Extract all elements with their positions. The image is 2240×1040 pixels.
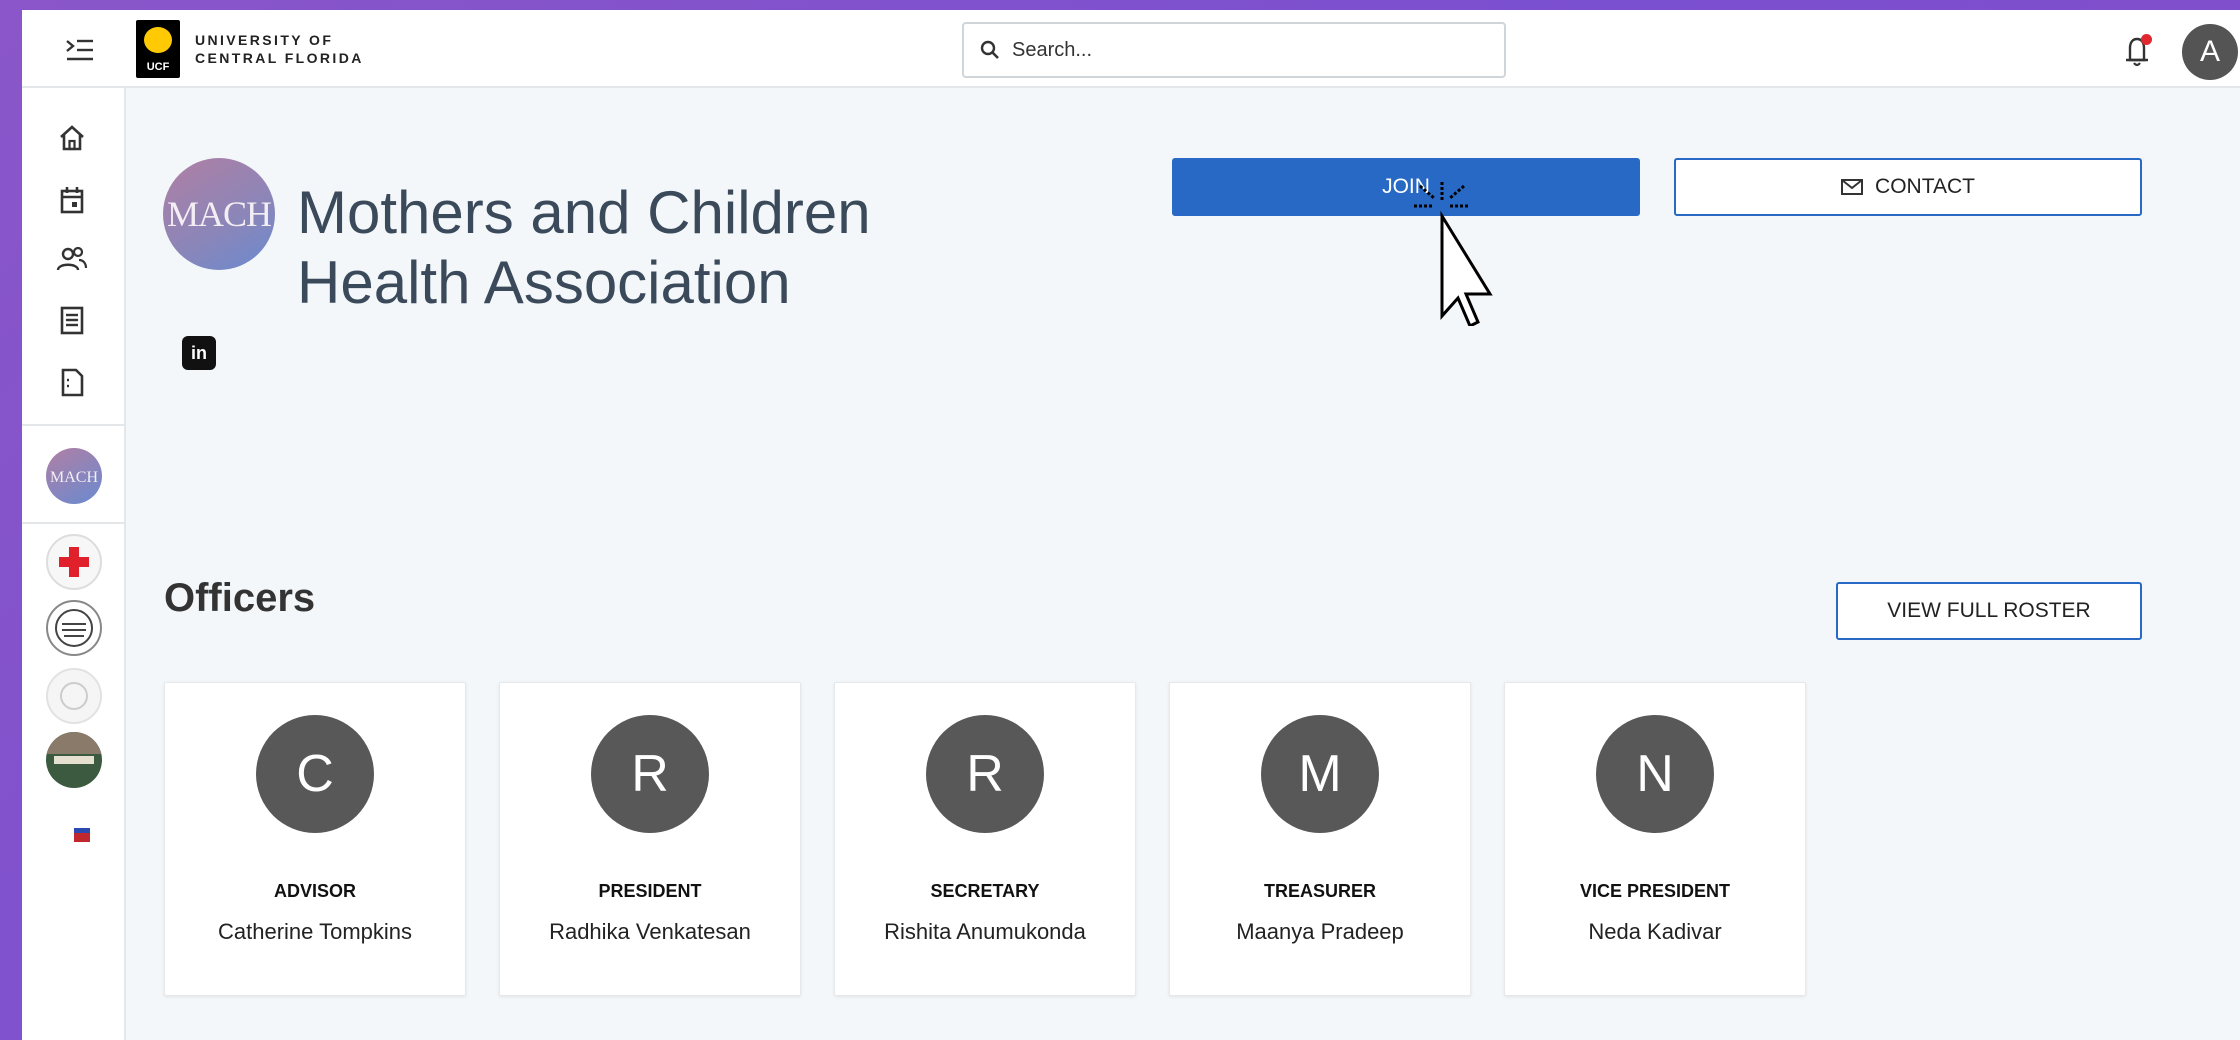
- svg-text:MACH: MACH: [50, 469, 98, 486]
- officer-role: PRESIDENT: [598, 881, 702, 901]
- officer-role: ADVISOR: [273, 881, 356, 901]
- officer-name: Neda Kadivar: [1588, 919, 1722, 944]
- app-window: UCF UNIVERSITY OF CENTRAL FLORIDA A: [22, 10, 2240, 1040]
- officer-name: Radhika Venkatesan: [549, 919, 751, 944]
- officer-name: Catherine Tompkins: [217, 919, 413, 944]
- officer-avatar: N: [1596, 715, 1714, 833]
- officer-avatar: C: [256, 715, 374, 833]
- officer-card[interactable]: M TREASURER Maanya Pradeep: [1169, 682, 1471, 996]
- officer-avatar: R: [591, 715, 709, 833]
- user-avatar[interactable]: A: [2182, 24, 2238, 80]
- officer-role: SECRETARY: [930, 881, 1040, 901]
- contact-button[interactable]: CONTACT: [1674, 158, 2142, 216]
- officer-card[interactable]: C ADVISOR Catherine Tompkins: [164, 682, 466, 996]
- officer-name: Maanya Pradeep: [1236, 919, 1404, 944]
- forms-icon[interactable]: [52, 362, 92, 402]
- officer-card[interactable]: R PRESIDENT Radhika Venkatesan: [499, 682, 801, 996]
- sidebar-divider: [22, 522, 124, 524]
- org-mach-icon[interactable]: MACH: [46, 448, 102, 504]
- red-cross-icon[interactable]: [46, 534, 102, 590]
- view-full-roster-button[interactable]: VIEW FULL ROSTER: [1836, 582, 2142, 640]
- sidebar: MACH: [22, 88, 126, 1040]
- linkedin-icon[interactable]: in: [182, 336, 216, 370]
- people-icon[interactable]: [52, 240, 92, 280]
- officer-name: Rishita Anumukonda: [884, 919, 1086, 944]
- officer-role: VICE PRESIDENT: [1579, 881, 1731, 901]
- officer-role: TREASURER: [1263, 881, 1376, 901]
- join-button[interactable]: JOIN: [1172, 158, 1640, 216]
- search-box[interactable]: [962, 22, 1506, 78]
- notification-dot: [2141, 34, 2152, 45]
- org-crescent-icon[interactable]: [46, 798, 102, 854]
- officer-avatar: M: [1261, 715, 1379, 833]
- top-bar: UCF UNIVERSITY OF CENTRAL FLORIDA A: [22, 10, 2240, 88]
- university-logo[interactable]: UCF UNIVERSITY OF CENTRAL FLORIDA: [136, 20, 364, 78]
- ucf-pegasus-icon: UCF: [136, 20, 180, 78]
- envelope-icon: [1841, 179, 1864, 195]
- menu-toggle-icon[interactable]: [58, 32, 102, 68]
- notification-bell-icon[interactable]: [2120, 32, 2154, 70]
- org-logo: MACH: [163, 158, 275, 270]
- document-list-icon[interactable]: [52, 300, 92, 340]
- page-title: Mothers and Children Health Association: [297, 179, 871, 316]
- mouse-pointer-icon: [1414, 182, 1493, 326]
- officer-card[interactable]: N VICE PRESIDENT Neda Kadivar: [1504, 682, 1806, 996]
- contact-label: CONTACT: [1875, 175, 1975, 198]
- search-input[interactable]: [1012, 38, 1472, 62]
- officer-avatar: R: [926, 715, 1044, 833]
- officers-heading: Officers: [164, 576, 316, 620]
- home-icon[interactable]: [52, 118, 92, 158]
- sidebar-divider: [22, 424, 124, 426]
- university-name: UNIVERSITY OF CENTRAL FLORIDA: [195, 32, 364, 66]
- org-badge-icon[interactable]: [46, 732, 102, 788]
- officer-card[interactable]: R SECRETARY Rishita Anumukonda: [834, 682, 1136, 996]
- calendar-icon[interactable]: [52, 180, 92, 220]
- org-emblem-icon[interactable]: [46, 600, 102, 656]
- org-faded-icon[interactable]: [46, 668, 102, 724]
- search-icon: [980, 40, 999, 59]
